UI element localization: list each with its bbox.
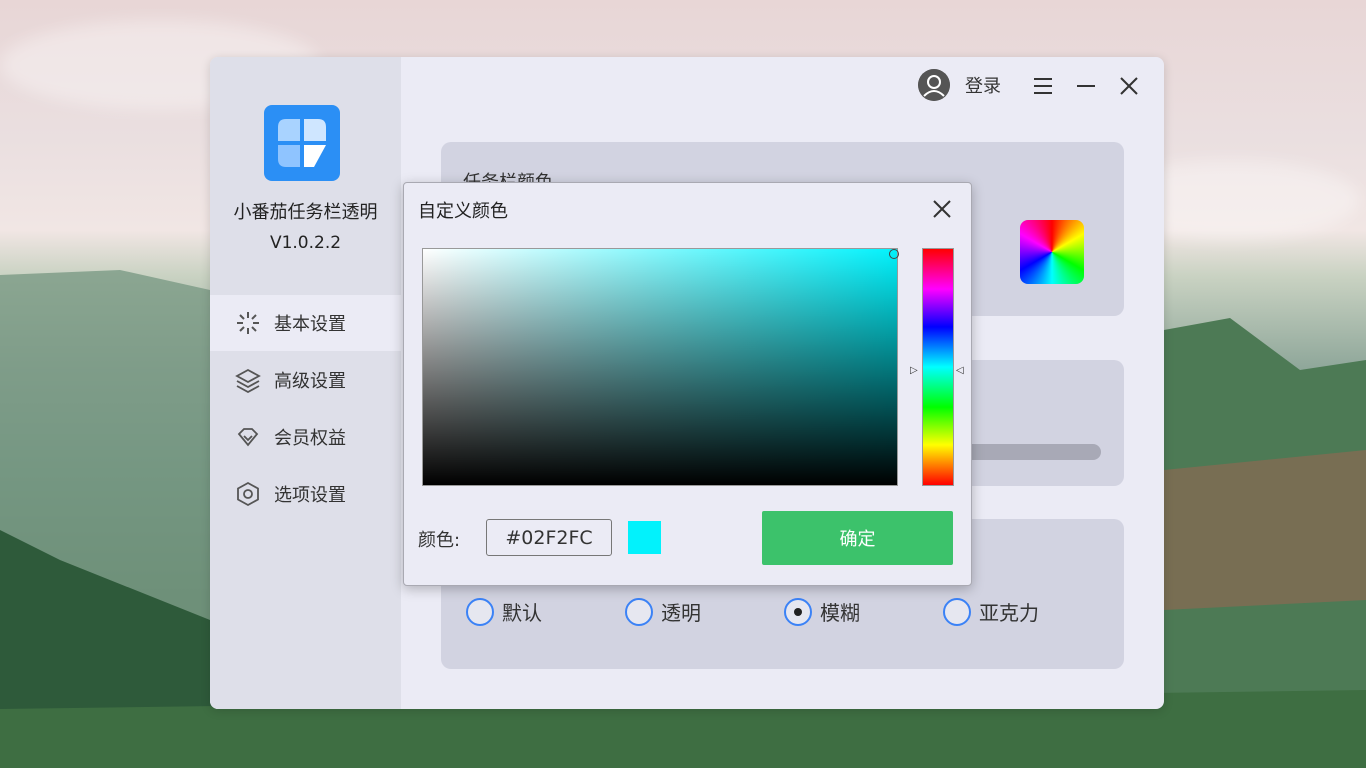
sidebar-item-basic-settings[interactable]: 基本设置 (210, 295, 401, 351)
sidebar-item-label: 选项设置 (274, 485, 346, 506)
dialog-close-button[interactable] (929, 196, 955, 222)
app-name: 小番茄任务栏透明 (233, 202, 378, 223)
sidebar-item-options[interactable]: 选项设置 (210, 466, 401, 522)
layers-icon (234, 366, 262, 394)
saturation-value-picker[interactable] (422, 248, 899, 486)
sidebar-item-label: 会员权益 (274, 428, 346, 449)
sidebar-item-membership[interactable]: 会员权益 (210, 409, 401, 465)
radio-label: 模糊 (820, 601, 860, 625)
minimize-button[interactable] (1071, 71, 1101, 101)
color-label: 颜色: (418, 530, 461, 551)
radio-default[interactable]: 默认 (466, 597, 625, 626)
hue-arrow-left-icon[interactable]: ▷ (910, 366, 920, 376)
custom-color-dialog: 自定义颜色 ▷ ◁ 颜色: 确定 (403, 182, 972, 586)
menu-button[interactable] (1028, 71, 1058, 101)
hue-arrow-right-icon[interactable]: ◁ (956, 366, 966, 376)
sparkle-icon (234, 309, 262, 337)
hue-slider[interactable] (922, 248, 954, 486)
effect-radio-group: 默认 透明 模糊 亚克力 (466, 597, 1102, 626)
radio-label: 默认 (502, 601, 542, 625)
app-version: V1.0.2.2 (269, 233, 342, 253)
user-login[interactable]: 登录 (918, 69, 1001, 101)
radio-circle-checked (784, 597, 812, 626)
avatar-icon (918, 69, 950, 101)
radio-circle (466, 597, 494, 626)
menu-icon (1034, 78, 1052, 94)
minimize-icon (1077, 85, 1095, 87)
sidebar-item-label: 基本设置 (274, 314, 346, 335)
confirm-button[interactable]: 确定 (762, 511, 953, 565)
custom-color-swatch[interactable] (1020, 220, 1084, 284)
hexagon-settings-icon (234, 480, 262, 508)
dialog-title: 自定义颜色 (418, 201, 508, 222)
radio-label: 亚克力 (979, 601, 1039, 625)
hex-color-input[interactable] (486, 519, 612, 556)
color-preview (628, 521, 661, 554)
sidebar-item-label: 高级设置 (274, 371, 346, 392)
radio-blur[interactable]: 模糊 (784, 597, 943, 626)
radio-acrylic[interactable]: 亚克力 (943, 597, 1102, 626)
login-label: 登录 (965, 76, 1001, 97)
close-icon (1120, 77, 1138, 95)
app-logo-icon (264, 105, 340, 181)
close-icon (933, 200, 951, 218)
radio-label: 透明 (661, 601, 701, 625)
radio-circle (943, 597, 971, 626)
sidebar: 小番茄任务栏透明 V1.0.2.2 基本设置 高级设置 会员权益 选项设置 (210, 57, 401, 709)
sidebar-item-advanced-settings[interactable]: 高级设置 (210, 352, 401, 408)
radio-transparent[interactable]: 透明 (625, 597, 784, 626)
radio-circle (625, 597, 653, 626)
diamond-icon (234, 423, 262, 451)
close-button[interactable] (1114, 71, 1144, 101)
picker-handle[interactable] (889, 249, 899, 259)
